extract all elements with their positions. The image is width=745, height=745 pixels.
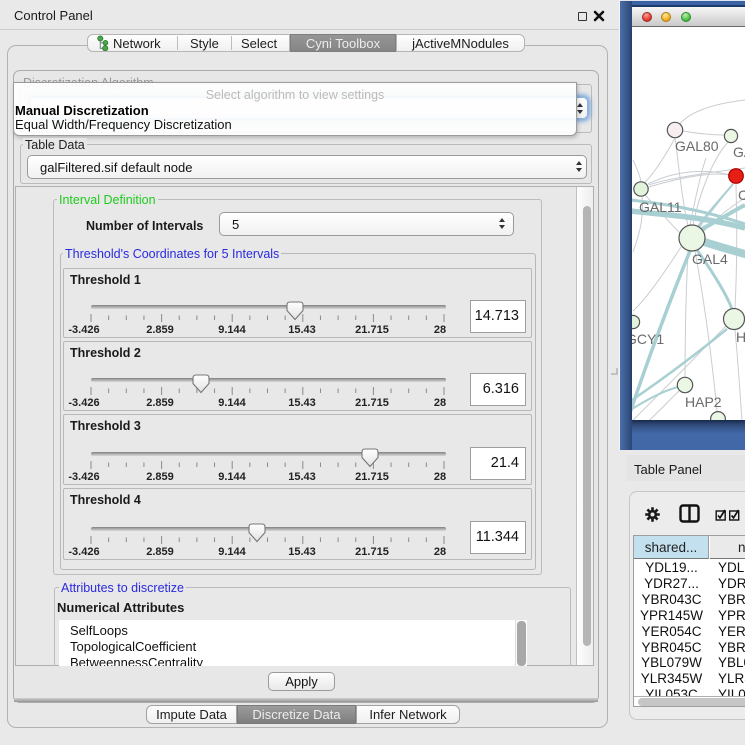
svg-text:GA: GA <box>733 144 745 160</box>
svg-text:HAP2: HAP2 <box>685 394 722 410</box>
svg-text:GCY1: GCY1 <box>632 331 664 347</box>
svg-text:GAL80: GAL80 <box>675 138 719 154</box>
svg-text:H: H <box>736 329 745 345</box>
svg-text:C: C <box>738 187 745 203</box>
svg-text:GAL4: GAL4 <box>692 251 728 267</box>
svg-text:GAL11: GAL11 <box>639 199 682 215</box>
